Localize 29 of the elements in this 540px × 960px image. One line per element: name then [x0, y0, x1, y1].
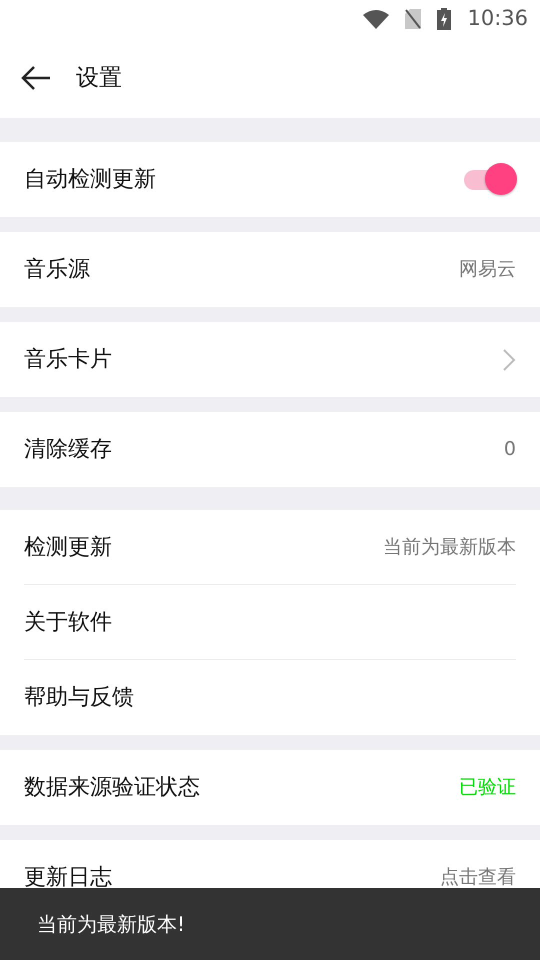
setting-value: 0 [504, 437, 516, 462]
settings-row[interactable]: 音乐卡片 [24, 322, 516, 397]
setting-label: 帮助与反馈 [24, 684, 134, 712]
page-title: 设置 [76, 64, 122, 93]
settings-row[interactable]: 检测更新 当前为最新版本 [24, 510, 516, 585]
settings-row[interactable]: 帮助与反馈 [24, 660, 516, 735]
setting-value: 当前为最新版本 [383, 534, 516, 560]
update-toast: 当前为最新版本! [0, 888, 540, 960]
chevron-right-icon [502, 348, 516, 372]
wifi-icon [363, 9, 390, 29]
setting-value: 点击查看 [440, 865, 516, 890]
setting-label: 音乐卡片 [24, 346, 112, 374]
settings-row[interactable]: 清除缓存 0 [24, 412, 516, 487]
setting-label: 关于软件 [24, 608, 112, 636]
settings-row[interactable]: 自动检测更新 [24, 142, 516, 217]
settings-row[interactable]: 关于软件 [24, 585, 516, 660]
setting-label: 音乐源 [24, 256, 90, 284]
setting-label: 清除缓存 [24, 436, 112, 464]
battery-charging-icon [437, 8, 452, 30]
setting-value: 已验证 [459, 775, 516, 800]
no-sim-icon [405, 9, 422, 29]
setting-label: 自动检测更新 [24, 166, 156, 194]
setting-label: 数据来源验证状态 [24, 774, 200, 802]
settings-row[interactable]: 数据来源验证状态 已验证 [24, 750, 516, 825]
setting-value: 网易云 [459, 257, 516, 282]
back-arrow-icon[interactable] [20, 65, 52, 91]
clock-time: 10:36 [467, 5, 528, 32]
settings-row[interactable]: 音乐源 网易云 [24, 232, 516, 307]
setting-label: 检测更新 [24, 534, 112, 562]
